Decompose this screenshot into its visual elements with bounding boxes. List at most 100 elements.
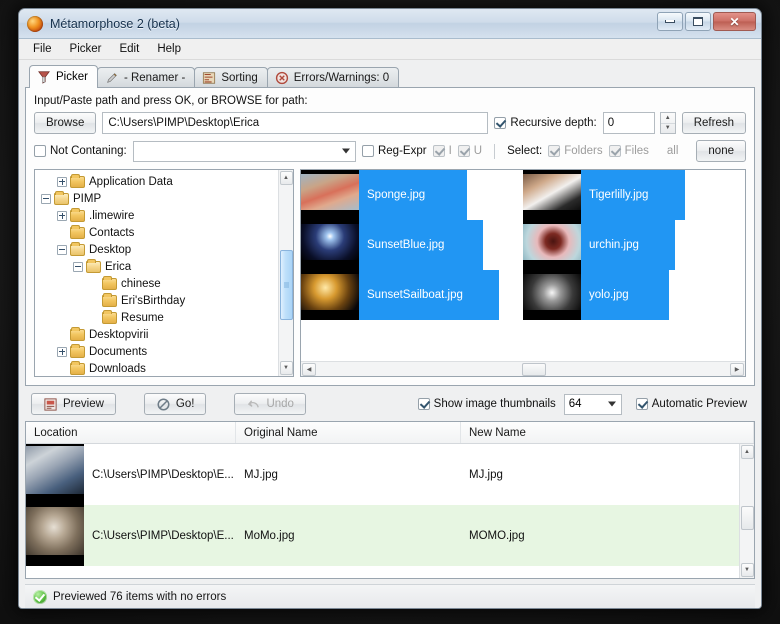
thumbnail-item[interactable]: SunsetSailboat.jpg (301, 270, 523, 320)
depth-stepper[interactable]: ▲ ▼ (659, 112, 676, 134)
folders-checkbox[interactable]: Folders (548, 145, 603, 157)
column-header-location[interactable]: Location (26, 422, 236, 443)
select-all-button[interactable]: all (655, 140, 691, 162)
collapse-node-icon[interactable] (73, 261, 83, 272)
tree-node[interactable]: Eri'sBirthday (41, 292, 278, 309)
tree-node[interactable]: Desktop (41, 241, 278, 258)
thumbnail-filename[interactable]: SunsetSailboat.jpg (359, 270, 499, 320)
thumbnail-item[interactable]: SunsetBlue.jpg (301, 220, 523, 270)
thumbnail-item[interactable]: Tigerlilly.jpg (523, 170, 745, 220)
tab-sorting[interactable]: Sorting (194, 67, 268, 88)
not-containing-combo[interactable] (132, 140, 356, 162)
pencil-icon (107, 73, 117, 83)
undo-button[interactable]: Undo (234, 393, 306, 415)
folder-icon (70, 360, 85, 375)
thumbnail-filename[interactable]: SunsetBlue.jpg (359, 220, 483, 270)
flag-i-checkbox-box (432, 145, 445, 157)
files-checkbox[interactable]: Files (608, 145, 649, 157)
hscroll-right-icon[interactable]: ▶ (730, 362, 744, 376)
browse-button[interactable]: Browse (34, 112, 97, 134)
expand-node-icon[interactable] (57, 210, 67, 221)
refresh-button[interactable]: Refresh (681, 112, 746, 134)
results-scroll-thumb[interactable] (740, 506, 754, 530)
menu-item-picker[interactable]: Picker (61, 41, 111, 57)
tree-vertical-scrollbar[interactable]: ▲ ▼ (278, 170, 293, 376)
column-header-original-name[interactable]: Original Name (236, 422, 461, 443)
hscroll-thumb[interactable] (522, 362, 546, 376)
collapse-node-icon[interactable] (41, 193, 51, 204)
not-containing-checkbox[interactable]: Not Contaning: (34, 145, 127, 157)
menu-item-help[interactable]: Help (148, 41, 190, 57)
tree-node[interactable]: Desktopvirii (41, 326, 278, 343)
title-bar[interactable]: Métamorphose 2 (beta) ✕ (19, 9, 761, 39)
thumbnail-size-combo[interactable]: 64 (563, 393, 622, 415)
thumbnail-filename[interactable]: Sponge.jpg (359, 170, 467, 220)
thumbnail-item[interactable]: Sponge.jpg (301, 170, 523, 220)
tree-node[interactable]: chinese (41, 275, 278, 292)
tree-node[interactable]: .limewire (41, 207, 278, 224)
tab-errors-warnings[interactable]: Errors/Warnings: 0 (266, 67, 400, 88)
flag-i-checkbox[interactable]: I (432, 145, 452, 157)
thumbnail-item[interactable]: yolo.jpg (523, 270, 745, 320)
recursive-checkbox[interactable]: Recursive depth: (494, 117, 597, 129)
go-icon (157, 398, 170, 410)
thumbnail-horizontal-scrollbar[interactable]: ◀ ▶ (301, 361, 745, 376)
depth-up-icon[interactable]: ▲ (660, 113, 675, 124)
tree-node[interactable]: PIMP (41, 190, 278, 207)
thumbnail-item[interactable]: urchin.jpg (523, 220, 745, 270)
tree-node[interactable]: Contacts (41, 224, 278, 241)
recursive-label: Recursive depth: (510, 117, 597, 129)
folder-tree[interactable]: Application Data PIMP .limewire Contacts Des… (35, 170, 278, 376)
collapse-node-icon[interactable] (57, 244, 67, 255)
tree-node[interactable]: Erica (41, 258, 278, 275)
expand-node-icon[interactable] (57, 346, 67, 357)
table-row[interactable]: C:\Users\PIMP\Desktop\E... MJ.jpg MJ.jpg (26, 444, 739, 505)
tree-node[interactable]: Application Data (41, 173, 278, 190)
tab-renamer[interactable]: - Renamer - (96, 67, 196, 88)
menu-item-file[interactable]: File (24, 41, 61, 57)
maximize-button[interactable] (685, 12, 711, 31)
select-label: Select: (507, 145, 543, 157)
thumbnail-filename[interactable]: Tigerlilly.jpg (581, 170, 685, 220)
tree-scroll-track[interactable] (279, 186, 293, 360)
show-thumbnails-checkbox[interactable]: Show image thumbnails (417, 398, 556, 410)
thumbnail-filename[interactable]: urchin.jpg (581, 220, 675, 270)
undo-button-label: Undo (266, 398, 294, 410)
results-scroll-down-icon[interactable]: ▼ (740, 563, 754, 577)
preview-button[interactable]: Preview (31, 393, 116, 415)
hscroll-left-icon[interactable]: ◀ (302, 362, 316, 376)
thumbnail-image (523, 270, 581, 320)
depth-down-icon[interactable]: ▼ (661, 124, 675, 134)
tree-node-label: Documents (89, 345, 148, 358)
results-vertical-scrollbar[interactable]: ▲ ▼ (739, 444, 754, 578)
depth-input[interactable]: 0 (602, 112, 655, 134)
cell-location: C:\Users\PIMP\Desktop\E... (92, 468, 234, 481)
tree-scroll-up-icon[interactable]: ▲ (279, 171, 293, 185)
thumbnail-filename[interactable]: yolo.jpg (581, 270, 669, 320)
regexpr-checkbox[interactable]: Reg-Expr (361, 145, 427, 157)
minimize-button[interactable] (657, 12, 683, 31)
results-scroll-track[interactable] (740, 460, 754, 562)
tree-scroll-thumb[interactable] (279, 250, 293, 320)
hscroll-track[interactable] (317, 362, 729, 376)
menu-item-edit[interactable]: Edit (110, 41, 148, 57)
close-icon: ✕ (729, 14, 740, 29)
flag-u-checkbox[interactable]: U (457, 145, 482, 157)
picker-hint: Input/Paste path and press OK, or BROWSE… (34, 95, 308, 107)
path-input[interactable]: C:\Users\PIMP\Desktop\Erica (102, 112, 489, 134)
tree-scroll-down-icon[interactable]: ▼ (279, 361, 293, 375)
tab-picker[interactable]: Picker (29, 65, 98, 88)
tree-node[interactable]: Documents (41, 343, 278, 360)
go-button[interactable]: Go! (143, 393, 207, 415)
tree-node[interactable]: Resume (41, 309, 278, 326)
select-none-button[interactable]: none (696, 140, 746, 162)
tab-picker-label: Picker (56, 71, 88, 83)
column-header-new-name[interactable]: New Name (461, 422, 754, 443)
results-scroll-up-icon[interactable]: ▲ (740, 445, 754, 459)
expand-node-icon[interactable] (57, 176, 67, 187)
tree-node[interactable]: Downloads (41, 360, 278, 376)
automatic-preview-checkbox[interactable]: Automatic Preview (635, 398, 747, 410)
table-row[interactable]: C:\Users\PIMP\Desktop\E... MoMo.jpg MOMO.j… (26, 505, 739, 566)
cell-new-name: MOMO.jpg (469, 529, 525, 542)
close-button[interactable]: ✕ (713, 12, 756, 31)
